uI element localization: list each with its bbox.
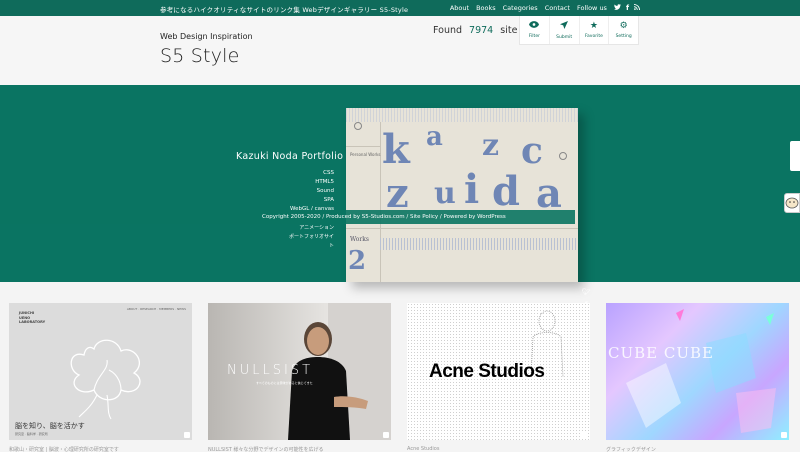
twitter-icon[interactable] xyxy=(613,4,621,12)
screenshot-line xyxy=(346,228,578,229)
submit-label: Submit xyxy=(556,34,573,40)
site-tagline: 参考になるハイクオリティなサイトのリンク集 Webデザインギャラリー S5-St… xyxy=(160,6,409,14)
nav-about[interactable]: About xyxy=(450,4,469,12)
copyright-text: Copyright 2005-2020 / Produced by S5-Stu… xyxy=(262,214,506,220)
site-header: Web Design Inspiration S5 Style Found 79… xyxy=(0,16,800,85)
screenshot-letter-i: i xyxy=(464,166,480,213)
site-logo[interactable]: S5 Style xyxy=(160,45,240,67)
site-card[interactable]: JUNICHI UENO LABORATORY ABOUT · RESEARCH… xyxy=(9,303,192,440)
card-header-text: JUNICHI UENO LABORATORY xyxy=(19,311,46,324)
screenshot-play-circle xyxy=(559,152,567,160)
screenshot-works: Works xyxy=(350,236,369,243)
nav-categories[interactable]: Categories xyxy=(503,4,538,12)
card-jp-sub: 研究室 · 脳科学 · 研究所 xyxy=(15,432,48,436)
card-corner-icon xyxy=(383,432,389,438)
screenshot-menu-circle xyxy=(354,122,362,130)
tag-html5[interactable]: HTML5 xyxy=(290,178,334,187)
favorite-button[interactable]: ★ Favorite xyxy=(580,16,610,44)
nav-books[interactable]: Books xyxy=(476,4,496,12)
top-nav: About Books Categories Contact Follow us… xyxy=(450,4,640,12)
screenshot-line xyxy=(380,122,381,282)
site-card-grid: JUNICHI UENO LABORATORY ABOUT · RESEARCH… xyxy=(0,303,800,452)
send-icon xyxy=(560,20,569,32)
featured-site-title[interactable]: Kazuki Noda Portfolio xyxy=(236,151,343,162)
found-count: 7974 xyxy=(469,25,494,36)
tag-spa[interactable]: SPA xyxy=(290,196,334,205)
gear-icon: ⚙ xyxy=(619,21,628,31)
screenshot-letter-d: d xyxy=(492,168,520,215)
star-icon: ★ xyxy=(589,21,598,31)
screenshot-small-text: Personal Works xyxy=(350,152,381,157)
screenshot-grid xyxy=(380,238,578,250)
card-corner-icon xyxy=(582,432,588,438)
card-caption: Acne Studios xyxy=(407,446,440,452)
top-bar: 参考になるハイクオリティなサイトのリンク集 Webデザインギャラリー S5-St… xyxy=(0,0,800,16)
featured-tags: CSS HTML5 Sound SPA WebGL / canvas xyxy=(290,169,334,214)
screenshot-letter-u: u xyxy=(434,176,456,211)
found-prefix: Found xyxy=(433,25,463,36)
featured-hero: Kazuki Noda Portfolio CSS HTML5 Sound SP… xyxy=(0,85,800,335)
screenshot-line xyxy=(346,146,380,147)
crystal-illustration xyxy=(626,309,776,433)
card-corner-icon xyxy=(184,432,190,438)
card-title: Acne Studios xyxy=(429,361,545,382)
tag-sound[interactable]: Sound xyxy=(290,187,334,196)
tag-portfolio[interactable]: ポートフォリオサイト xyxy=(288,233,334,251)
setting-button[interactable]: ⚙ Setting xyxy=(609,16,638,44)
found-count-text: Found 7974 site xyxy=(433,25,517,36)
screenshot-letter-k: k xyxy=(382,126,410,173)
site-card[interactable]: Acne Studios xyxy=(407,303,590,440)
screenshot-letter-a: a xyxy=(426,122,443,152)
screenshot-letter-2: 2 xyxy=(348,246,367,276)
card-caption: NULLSIST 様々な分野でデザインの可能性を広げる xyxy=(208,447,324,452)
card-nav: ABOUT · RESEARCH · MEMBERS · NEWS xyxy=(126,307,186,311)
side-share-tab[interactable] xyxy=(790,141,800,171)
card-title: NULLSIST xyxy=(227,363,314,378)
side-mascot-button[interactable] xyxy=(784,193,800,213)
found-suffix: site xyxy=(500,25,518,36)
card-subtitle: すべてのものには意味があると信じてきた xyxy=(256,381,313,385)
logo-subtitle: Web Design Inspiration xyxy=(160,32,253,41)
favorite-label: Favorite xyxy=(584,34,603,39)
eye-icon xyxy=(529,21,540,31)
brain-illustration xyxy=(70,339,141,420)
site-card[interactable]: NULLSIST すべてのものには意味があると信じてきた xyxy=(208,303,391,440)
share-twitter-icon[interactable]: 🐦︎ xyxy=(582,288,591,296)
submit-button[interactable]: Submit xyxy=(550,16,580,44)
screenshot-letter-c: c xyxy=(521,130,543,172)
card-caption: グラフィックデザイン xyxy=(606,447,656,452)
screenshot-letter-z: z xyxy=(482,128,500,163)
facebook-icon[interactable]: f xyxy=(626,4,629,12)
tag-animation[interactable]: アニメーション xyxy=(288,224,334,233)
filter-button[interactable]: Filter xyxy=(520,16,550,44)
tag-css[interactable]: CSS xyxy=(290,169,334,178)
card-caption: 和歌山・研究室 | 脳波・心理研究所の研究室です xyxy=(9,447,119,452)
card-title: CUBE CUBE xyxy=(608,344,714,362)
site-card[interactable]: CUBE CUBE xyxy=(606,303,789,440)
featured-screenshot[interactable]: k a z c z u i d a 2 Personal Works Works xyxy=(346,108,578,282)
nav-follow-label: Follow us xyxy=(576,4,607,12)
card-corner-icon xyxy=(781,432,787,438)
nav-contact[interactable]: Contact xyxy=(545,4,570,12)
featured-jp-tags: アニメーション ポートフォリオサイト xyxy=(288,224,334,251)
card-jp-headline: 脳を知り、脳を活かす xyxy=(15,422,85,430)
filter-label: Filter xyxy=(528,34,540,39)
setting-label: Setting xyxy=(615,34,632,39)
screenshot-stripe xyxy=(346,108,578,122)
rss-icon[interactable] xyxy=(634,4,640,12)
tool-buttons: Filter Submit ★ Favorite ⚙ Setting xyxy=(519,16,639,45)
